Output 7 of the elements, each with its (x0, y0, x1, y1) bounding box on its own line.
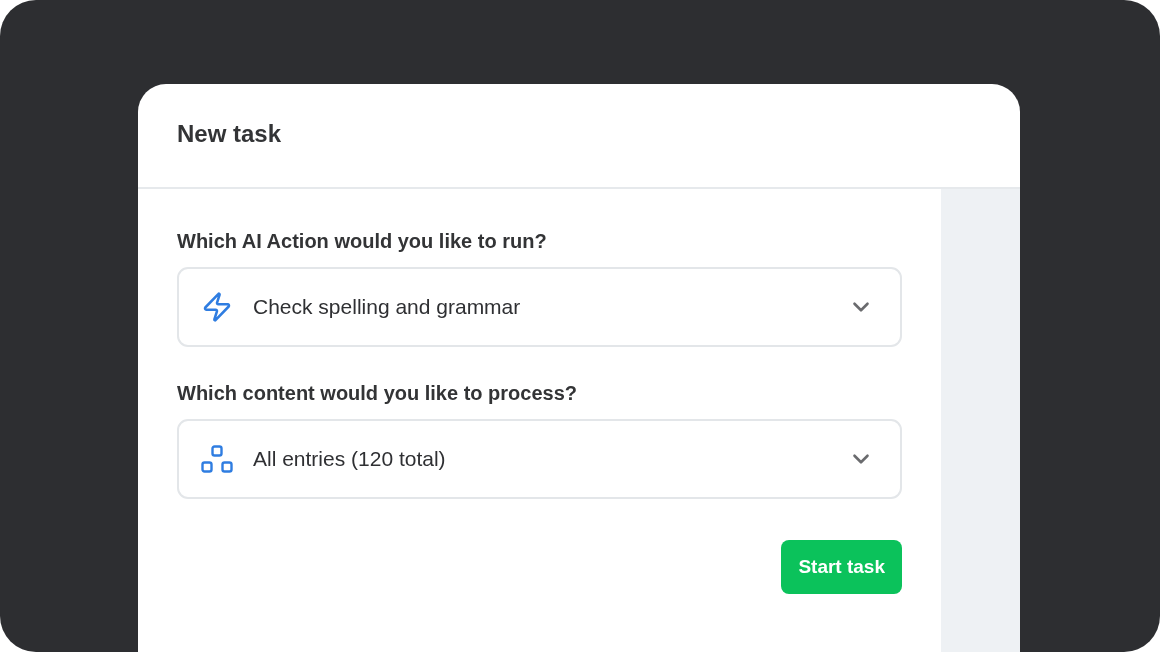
select-field[interactable]: Check spelling and grammar (177, 267, 902, 347)
select-field[interactable]: All entries (120 total) (177, 419, 902, 499)
field-label: Which AI Action would you like to run? (177, 229, 548, 253)
field-label: Which content would you like to process? (177, 381, 579, 405)
lightning-icon (201, 291, 233, 323)
blocks-icon (201, 445, 233, 473)
dialog-title: New task (177, 119, 282, 148)
